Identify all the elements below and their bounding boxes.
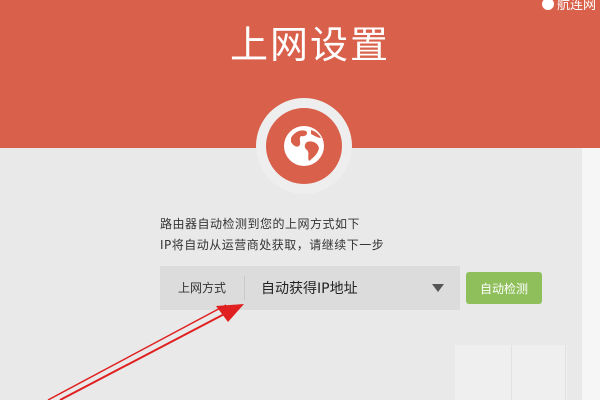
faint-background-panel <box>455 345 567 400</box>
globe-icon <box>266 108 342 184</box>
corner-logo: 航连网 <box>541 0 596 13</box>
logo-text: 航连网 <box>556 0 596 13</box>
info-line-1: 路由器自动检测到您的上网方式如下 <box>160 217 361 231</box>
connection-type-label: 上网方式 <box>160 276 245 300</box>
connection-type-value: 自动获得IP地址 <box>261 281 358 297</box>
panel-divider <box>565 345 566 400</box>
connection-type-field: 上网方式 自动获得IP地址 <box>160 266 460 310</box>
auto-detect-button[interactable]: 自动检测 <box>466 272 542 304</box>
logo-icon <box>541 0 554 10</box>
page-title: 上网设置 <box>229 23 390 67</box>
info-line-2: IP将自动从运营商处获取，请继续下一步 <box>160 238 385 252</box>
detection-info: 路由器自动检测到您的上网方式如下 IP将自动从运营商处获取，请继续下一步 <box>160 214 384 256</box>
panel-divider <box>511 345 512 400</box>
right-edge-strip <box>582 148 600 400</box>
chevron-down-icon[interactable] <box>432 284 444 292</box>
connection-type-select[interactable]: 自动获得IP地址 <box>245 266 460 310</box>
